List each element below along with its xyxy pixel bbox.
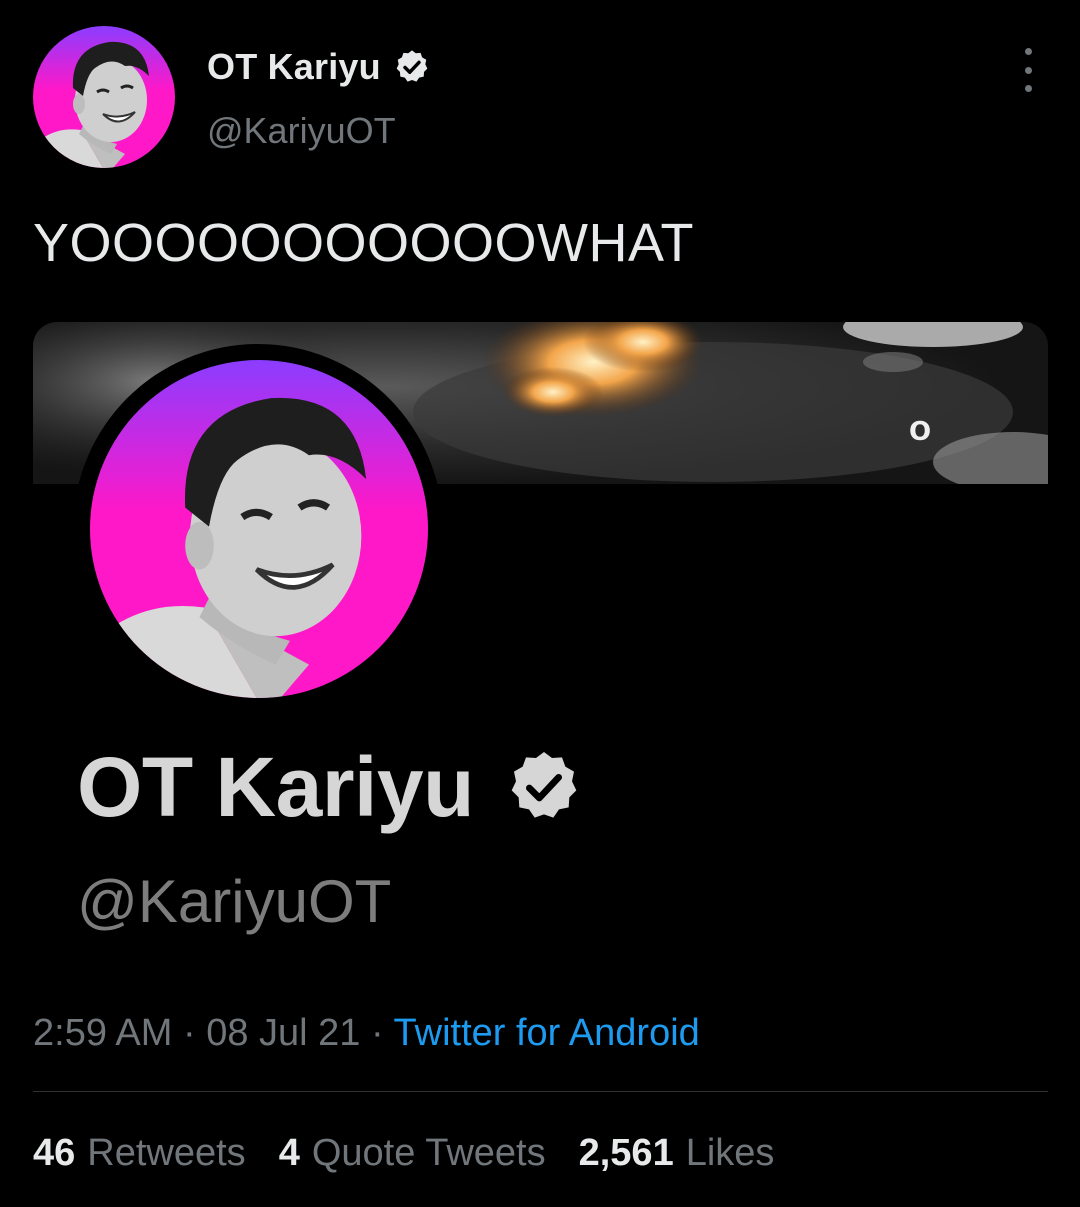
author-name[interactable]: OT Kariyu xyxy=(207,46,381,88)
profile-handle: @KariyuOT xyxy=(77,868,392,935)
likes-stat[interactable]: 2,561 Likes xyxy=(579,1128,775,1178)
more-options-button[interactable] xyxy=(1010,48,1046,92)
author-avatar[interactable] xyxy=(33,26,175,168)
author-name-row: OT Kariyu xyxy=(207,44,431,90)
retweets-count: 46 xyxy=(33,1132,76,1174)
more-vertical-icon-dot xyxy=(1024,66,1032,74)
banner-text: O xyxy=(909,417,932,447)
author-handle[interactable]: @KariyuOT xyxy=(207,110,396,152)
likes-label: Likes xyxy=(685,1132,775,1174)
tweet-text: YOOOOOOOOOOOWHAT xyxy=(33,213,695,273)
tweet-time: 2:59 AM xyxy=(33,1012,173,1054)
likes-count: 2,561 xyxy=(578,1132,674,1174)
tweet-date: 08 Jul 21 xyxy=(206,1012,361,1054)
tweet-media-image[interactable]: O OT Kariyu @KariyuOT xyxy=(33,322,1048,1022)
tweet-meta: 2:59 AM · 08 Jul 21 · Twitter for Androi… xyxy=(33,1010,700,1056)
meta-separator: · xyxy=(182,1012,196,1054)
verified-icon xyxy=(504,747,584,827)
more-vertical-icon-dot xyxy=(1024,85,1032,92)
quote-tweets-stat[interactable]: 4 Quote Tweets xyxy=(279,1128,546,1178)
divider xyxy=(33,1091,1048,1092)
meta-separator: · xyxy=(371,1012,384,1054)
profile-name: OT Kariyu xyxy=(77,740,474,834)
quote-tweets-label: Quote Tweets xyxy=(311,1132,546,1174)
verified-icon xyxy=(393,48,431,86)
tweet-source-link[interactable]: Twitter for Android xyxy=(394,1012,700,1054)
retweets-label: Retweets xyxy=(87,1132,246,1174)
quote-tweets-count: 4 xyxy=(278,1132,300,1174)
retweets-stat[interactable]: 46 Retweets xyxy=(33,1128,246,1178)
more-vertical-icon xyxy=(1024,48,1032,55)
tweet-header: OT Kariyu @KariyuOT xyxy=(0,0,1080,180)
profile-name-row: OT Kariyu xyxy=(77,737,584,837)
tweet-stats: 46 Retweets 4 Quote Tweets 2,561 Likes xyxy=(33,1128,807,1178)
profile-avatar xyxy=(90,360,428,698)
